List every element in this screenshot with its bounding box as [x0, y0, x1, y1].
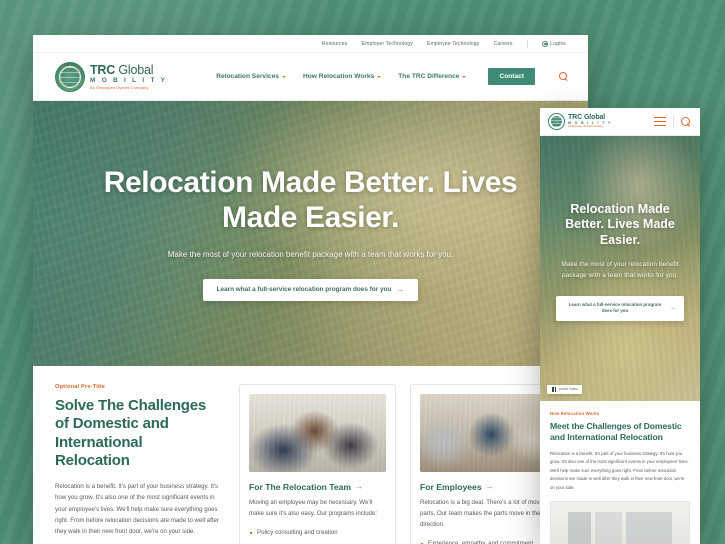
site-logo[interactable]: TRC Global M O B I L I T Y An Employee-O…	[55, 61, 167, 92]
main-navigation-bar: TRC Global M O B I L I T Y An Employee-O…	[33, 53, 588, 101]
mobile-card-image	[550, 500, 690, 544]
mobile-hero-cta-label: Learn what a full-service relocation pro…	[568, 301, 662, 314]
card-body-employees: Relocation is a big deal. There's a lot …	[420, 499, 555, 528]
nav-label-relocation-services: Relocation Services	[216, 73, 279, 80]
photo-employees-table	[420, 394, 557, 472]
globe-icon	[548, 113, 565, 130]
mobile-hero-subtitle: Make the most of your relocation benefit…	[561, 260, 679, 279]
section-pre-title: Optional Pre-Title	[55, 384, 106, 390]
hero-subtitle: Make the most of your relocation benefit…	[167, 249, 454, 259]
intro-column: Optional Pre-Title Solve The Challenges …	[55, 384, 227, 544]
logo-global: Global	[118, 63, 154, 78]
search-icon[interactable]	[681, 116, 691, 127]
logo-mobility: M O B I L I T Y	[90, 76, 168, 84]
utility-nav: Resources Employer Technology Employee T…	[33, 35, 588, 53]
list-item: Policy consulting and creation	[249, 528, 386, 539]
card-title-label: For Employees	[420, 482, 482, 492]
nav-item-trc-difference[interactable]: The TRC Difference	[398, 73, 467, 80]
utility-divider	[526, 39, 528, 48]
pause-video-label: pause video	[559, 387, 578, 392]
mobile-section-title: Meet the Challenges of Domestic and Inte…	[550, 421, 682, 442]
hero-title: Relocation Made Better. Lives Made Easie…	[103, 166, 518, 234]
mobile-website-mockup: TRC Global M O B I L I T Y An Employee-O…	[540, 108, 700, 544]
card-body-relocation-team: Moving an employee may be necessary. We'…	[249, 499, 378, 517]
chevron-down-icon	[281, 75, 286, 78]
content-section: Optional Pre-Title Solve The Challenges …	[33, 366, 588, 544]
mockup-canvas: Resources Employer Technology Employee T…	[0, 0, 725, 544]
contact-button[interactable]: Contact	[488, 68, 535, 85]
arrow-right-icon: →	[485, 482, 494, 491]
card-list-relocation-team: Policy consulting and creation	[249, 528, 386, 539]
pause-video-button[interactable]: pause video	[547, 384, 583, 394]
logo-wordmark: TRC Global M O B I L I T Y An Employee-O…	[90, 63, 167, 89]
mobile-hero-title: Relocation Made Better. Lives Made Easie…	[565, 202, 675, 247]
nav-item-how-relocation-works[interactable]: How Relocation Works	[302, 73, 382, 80]
logo-tagline: An Employee-Owned Company	[90, 84, 149, 90]
card-title-relocation-team[interactable]: For The Relocation Team →	[249, 482, 386, 492]
utility-login-label: Logins	[550, 40, 566, 47]
utility-link-careers[interactable]: Careers	[493, 41, 512, 47]
mobile-header: TRC Global M O B I L I T Y An Employee-O…	[540, 108, 700, 136]
mobile-logo-tagline: An Employee-Owned Company	[568, 125, 604, 129]
globe-dots-decoration	[56, 63, 84, 91]
primary-nav-items: Relocation Services How Relocation Works…	[216, 68, 568, 85]
mobile-header-divider	[673, 115, 674, 128]
nav-item-relocation-services[interactable]: Relocation Services	[216, 73, 286, 80]
card-relocation-team[interactable]: For The Relocation Team → Moving an empl…	[239, 384, 396, 544]
utility-link-employer-technology[interactable]: Employer Technology	[361, 41, 412, 47]
logo-trc: TRC	[90, 63, 116, 78]
section-body: Relocation is a benefit. It's part of yo…	[55, 483, 219, 536]
section-title: Solve The Challenges of Domestic and Int…	[55, 397, 207, 469]
utility-link-resources[interactable]: Resources	[322, 41, 348, 47]
arrow-right-icon: →	[396, 284, 405, 294]
chevron-down-icon	[377, 75, 382, 78]
photo-team-meeting	[249, 394, 386, 472]
mobile-site-logo[interactable]: TRC Global M O B I L I T Y An Employee-O…	[548, 113, 612, 130]
mobile-content-section: How Relocation Works Meet the Challenges…	[540, 401, 700, 544]
card-title-employees[interactable]: For Employees →	[420, 482, 557, 492]
nav-label-how-relocation-works: How Relocation Works	[302, 73, 375, 80]
card-list-employees: Experience, empathy, and commitment	[420, 539, 557, 544]
utility-link-logins[interactable]: Logins	[541, 40, 566, 47]
desktop-website-mockup: Resources Employer Technology Employee T…	[33, 35, 588, 544]
hero-section: Relocation Made Better. Lives Made Easie…	[33, 101, 588, 366]
hero-cta-label: Learn what a full-service relocation pro…	[216, 286, 392, 294]
chevron-down-icon	[462, 75, 467, 78]
mobile-hero-cta-button[interactable]: Learn what a full-service relocation pro…	[556, 295, 684, 321]
mobile-hero-section: Relocation Made Better. Lives Made Easie…	[540, 136, 700, 401]
utility-link-employee-technology[interactable]: Employee Technology	[427, 41, 480, 47]
arrow-right-icon: →	[355, 482, 364, 491]
feature-cards: For The Relocation Team → Moving an empl…	[239, 384, 567, 544]
arrow-right-icon: →	[670, 305, 676, 312]
nav-label-trc-difference: The TRC Difference	[398, 73, 460, 80]
hero-cta-button[interactable]: Learn what a full-service relocation pro…	[202, 278, 419, 301]
list-item: Experience, empathy, and commitment	[420, 539, 557, 544]
card-title-label: For The Relocation Team	[249, 482, 352, 492]
globe-icon	[55, 61, 85, 92]
pause-icon	[552, 387, 557, 392]
hamburger-menu-icon[interactable]	[654, 116, 666, 127]
mobile-logo-wordmark: TRC Global M O B I L I T Y An Employee-O…	[568, 114, 612, 129]
user-account-icon	[541, 40, 548, 47]
mobile-header-actions	[654, 115, 691, 128]
mobile-section-pre-title: How Relocation Works	[550, 411, 600, 416]
search-icon[interactable]	[559, 72, 568, 81]
mobile-section-body: Relocation is a benefit. It's part of yo…	[550, 451, 689, 490]
